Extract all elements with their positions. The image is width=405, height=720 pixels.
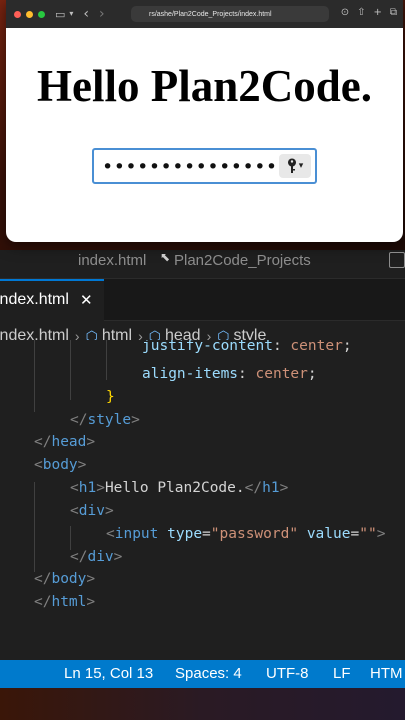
code-line: </body> bbox=[34, 571, 96, 587]
password-input[interactable]: •••••••••••••••• ▾ bbox=[92, 148, 317, 184]
encoding-setting[interactable]: UTF-8 bbox=[266, 665, 309, 682]
editor-title-bar: index.html ⬉ Plan2Code_Projects bbox=[0, 250, 405, 276]
code-line: <body> bbox=[34, 457, 87, 473]
status-bar: Ln 15, Col 13 Spaces: 4 UTF-8 LF HTM bbox=[0, 660, 405, 688]
address-text: rs/ashe/Plan2Code_Projects/index.html bbox=[149, 10, 272, 18]
back-icon[interactable]: ‹ bbox=[83, 7, 89, 21]
code-line: </head> bbox=[34, 434, 96, 450]
editor-tab-bar: index.html ✕ bbox=[0, 278, 405, 323]
tab-label: index.html bbox=[0, 291, 69, 308]
zoom-window-button[interactable] bbox=[38, 10, 45, 18]
cursor-position[interactable]: Ln 15, Col 13 bbox=[64, 665, 153, 682]
password-value: •••••••••••••••• bbox=[102, 156, 290, 178]
window-controls bbox=[14, 10, 45, 18]
new-tab-icon[interactable]: + bbox=[373, 8, 381, 18]
address-bar[interactable]: rs/ashe/Plan2Code_Projects/index.html bbox=[131, 6, 329, 22]
code-line: </html> bbox=[34, 594, 96, 610]
title-file: index.html bbox=[78, 252, 147, 269]
desktop-wallpaper-bottom bbox=[0, 688, 405, 720]
minimize-window-button[interactable] bbox=[26, 10, 33, 18]
browser-toolbar: ▭ ▾ ‹ › rs/ashe/Plan2Code_Projects/index… bbox=[6, 0, 403, 28]
title-folder: Plan2Code_Projects bbox=[174, 252, 311, 269]
split-editor-icon[interactable] bbox=[389, 252, 405, 268]
code-line: justify-content: center; bbox=[142, 340, 352, 354]
tabs-overview-icon[interactable]: ⧉ bbox=[390, 8, 397, 18]
share-icon[interactable]: ⇧ bbox=[357, 8, 365, 18]
tab-bar-empty bbox=[104, 279, 405, 321]
password-autofill-button[interactable]: ▾ bbox=[279, 154, 311, 178]
code-line: </style> bbox=[70, 412, 140, 428]
key-icon bbox=[287, 158, 296, 173]
line-ending-setting[interactable]: LF bbox=[333, 665, 351, 682]
mouse-cursor-icon: ⬉ bbox=[160, 250, 171, 264]
indent-guide bbox=[34, 482, 35, 572]
forward-icon[interactable]: › bbox=[99, 7, 105, 21]
code-line: <h1>Hello Plan2Code.</h1> bbox=[70, 480, 289, 496]
code-line: </div> bbox=[70, 549, 123, 565]
indent-guide bbox=[70, 340, 71, 400]
language-mode[interactable]: HTM bbox=[370, 665, 403, 682]
code-line: <input type="password" value=""> bbox=[106, 526, 386, 542]
code-editor[interactable]: justify-content: center; align-items: ce… bbox=[0, 340, 405, 660]
sidebar-icon[interactable]: ▭ bbox=[55, 9, 65, 20]
close-icon[interactable]: ✕ bbox=[80, 291, 93, 309]
close-window-button[interactable] bbox=[14, 10, 21, 18]
chevron-down-icon: ▾ bbox=[298, 161, 304, 171]
indentation-setting[interactable]: Spaces: 4 bbox=[175, 665, 242, 682]
download-icon[interactable]: ⊙ bbox=[341, 8, 349, 18]
page-heading: Hello Plan2Code. bbox=[37, 61, 372, 111]
code-line: <div> bbox=[70, 503, 114, 519]
indent-guide bbox=[106, 340, 107, 380]
browser-window: ▭ ▾ ‹ › rs/ashe/Plan2Code_Projects/index… bbox=[6, 0, 403, 242]
sidebar-chevron-icon[interactable]: ▾ bbox=[69, 10, 73, 18]
tab-index-html[interactable]: index.html ✕ bbox=[0, 279, 104, 323]
code-line: align-items: center; bbox=[142, 366, 317, 382]
toolbar-actions: ⊙ ⇧ + ⧉ bbox=[341, 8, 397, 18]
indent-guide bbox=[34, 340, 35, 412]
code-line: } bbox=[106, 389, 115, 405]
